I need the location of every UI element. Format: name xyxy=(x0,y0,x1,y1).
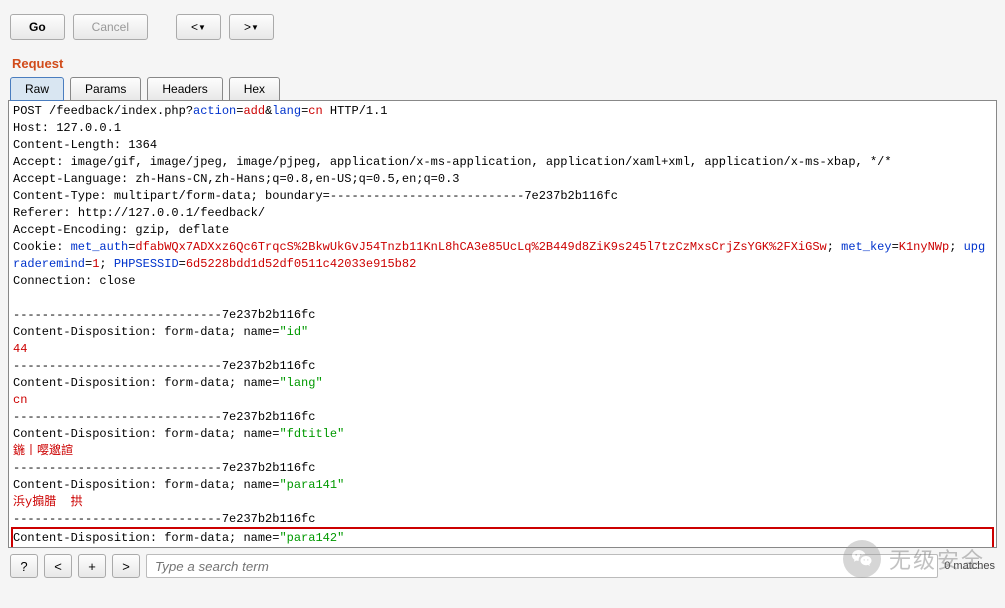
xss-highlight-box: Content-Disposition: form-data; name="pa… xyxy=(13,529,992,548)
tab-headers[interactable]: Headers xyxy=(147,77,222,101)
tab-hex[interactable]: Hex xyxy=(229,77,280,101)
search-input[interactable] xyxy=(146,554,938,578)
go-button[interactable]: Go xyxy=(10,14,65,40)
main-toolbar: Go Cancel < ▼ > ▼ xyxy=(0,0,1005,50)
search-prev-button[interactable]: < xyxy=(44,554,72,578)
matches-count: 0 matches xyxy=(944,560,995,572)
tab-params[interactable]: Params xyxy=(70,77,141,101)
request-raw-content[interactable]: POST /feedback/index.php?action=add&lang… xyxy=(8,100,997,548)
next-button[interactable]: > ▼ xyxy=(229,14,274,40)
search-add-button[interactable]: + xyxy=(78,554,106,578)
cancel-button[interactable]: Cancel xyxy=(73,14,148,40)
search-next-button[interactable]: > xyxy=(112,554,140,578)
section-title: Request xyxy=(0,50,1005,77)
help-button[interactable]: ? xyxy=(10,554,38,578)
search-bar: ? < + > 0 matches xyxy=(0,548,1005,584)
tab-raw[interactable]: Raw xyxy=(10,77,64,101)
tabs-row: Raw Params Headers Hex xyxy=(0,77,1005,101)
prev-button[interactable]: < ▼ xyxy=(176,14,221,40)
